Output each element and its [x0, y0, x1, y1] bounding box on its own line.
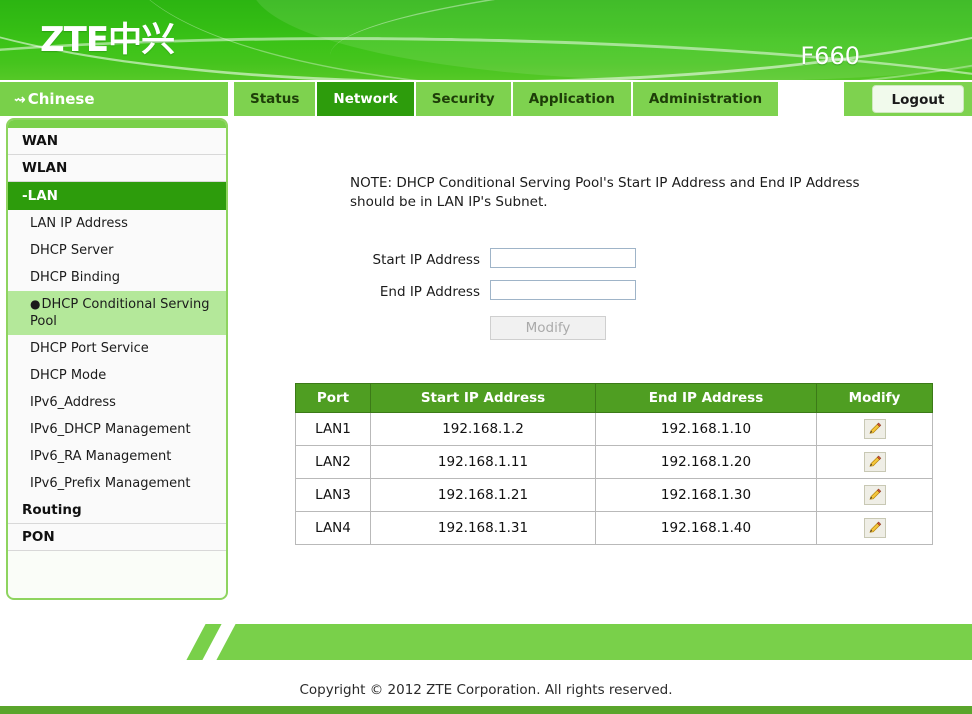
end-ip-row: End IP Address	[232, 280, 966, 312]
cell-end-ip: 192.168.1.40	[595, 511, 817, 545]
cell-port: LAN2	[295, 445, 371, 479]
table-head: Port Start IP Address End IP Address Mod…	[295, 383, 933, 413]
sidebar-top-cap	[8, 120, 226, 128]
form-button-row: Modify	[232, 316, 966, 348]
sidebar-menu: WAN WLAN -LAN LAN IP Address DHCP Server…	[8, 128, 226, 551]
cell-port: LAN4	[295, 511, 371, 545]
table-header-row: Port Start IP Address End IP Address Mod…	[295, 383, 933, 413]
cell-end-ip: 192.168.1.30	[595, 478, 817, 512]
tab-application[interactable]: Application	[512, 82, 631, 116]
note-text: NOTE: DHCP Conditional Serving Pool's St…	[350, 175, 860, 210]
pencil-icon	[865, 421, 885, 437]
top-navigation-bar: ⇝ Chinese Status Network Security Applicatio…	[0, 80, 972, 120]
sidebar-item-label: DHCP Conditional Serving Pool	[30, 297, 210, 329]
sidebar-item-pon[interactable]: PON	[8, 524, 226, 551]
start-ip-input[interactable]	[490, 248, 636, 268]
tab-administration[interactable]: Administration	[632, 82, 779, 116]
cell-start-ip: 192.168.1.2	[370, 412, 596, 446]
sidebar: WAN WLAN -LAN LAN IP Address DHCP Server…	[6, 118, 228, 600]
logout-area: Logout	[844, 82, 972, 116]
sidebar-item-ipv6-ra-management[interactable]: IPv6_RA Management	[8, 443, 226, 470]
tab-network[interactable]: Network	[317, 82, 414, 116]
sidebar-item-wlan[interactable]: WLAN	[8, 155, 226, 182]
sidebar-item-lan-ip-address[interactable]: LAN IP Address	[8, 210, 226, 237]
cell-start-ip: 192.168.1.21	[370, 478, 596, 512]
table-row: LAN3 192.168.1.21 192.168.1.30	[295, 478, 933, 512]
row-edit-button[interactable]	[863, 485, 886, 505]
footer-bar	[222, 624, 972, 660]
copyright-text: Copyright © 2012 ZTE Corporation. All ri…	[299, 682, 673, 698]
sidebar-item-dhcp-binding[interactable]: DHCP Binding	[8, 264, 226, 291]
language-switch-chinese-button[interactable]: ⇝ Chinese	[0, 82, 228, 116]
tab-status[interactable]: Status	[234, 82, 316, 116]
cell-start-ip: 192.168.1.11	[370, 445, 596, 479]
modify-button[interactable]: Modify	[490, 316, 606, 340]
cell-port: LAN1	[295, 412, 371, 446]
sidebar-item-ipv6-dhcp-management[interactable]: IPv6_DHCP Management	[8, 416, 226, 443]
cell-modify	[816, 445, 933, 479]
cell-modify	[816, 511, 933, 545]
sidebar-item-dhcp-server[interactable]: DHCP Server	[8, 237, 226, 264]
cell-end-ip: 192.168.1.20	[595, 445, 817, 479]
cell-port: LAN3	[295, 478, 371, 512]
cell-modify	[816, 412, 933, 446]
column-header-modify: Modify	[816, 383, 933, 413]
row-edit-button[interactable]	[863, 518, 886, 538]
sidebar-item-lan[interactable]: -LAN	[8, 182, 226, 210]
table-body: LAN1 192.168.1.2 192.168.1.10 LAN2 192.1…	[295, 412, 933, 545]
row-edit-button[interactable]	[863, 452, 886, 472]
device-model-label: F660	[800, 42, 860, 70]
start-ip-label: Start IP Address	[372, 252, 480, 268]
column-header-port: Port	[295, 383, 371, 413]
pencil-icon	[865, 520, 885, 536]
bottom-strip	[0, 706, 972, 714]
language-switch-label: Chinese	[27, 90, 95, 108]
column-header-end-ip: End IP Address	[595, 383, 817, 413]
sidebar-item-ipv6-address[interactable]: IPv6_Address	[8, 389, 226, 416]
table-row: LAN4 192.168.1.31 192.168.1.40	[295, 511, 933, 545]
banner-swoosh-4	[327, 0, 972, 80]
sidebar-item-dhcp-conditional-serving-pool[interactable]: ●DHCP Conditional Serving Pool	[8, 291, 226, 335]
sidebar-item-dhcp-port-service[interactable]: DHCP Port Service	[8, 335, 226, 362]
main-content: NOTE: DHCP Conditional Serving Pool's St…	[232, 118, 966, 600]
pencil-icon	[865, 454, 885, 470]
sidebar-item-dhcp-mode[interactable]: DHCP Mode	[8, 362, 226, 389]
sidebar-item-wan[interactable]: WAN	[8, 128, 226, 155]
bullet-icon: ●	[30, 297, 41, 311]
sidebar-item-ipv6-prefix-management[interactable]: IPv6_Prefix Management	[8, 470, 226, 497]
end-ip-label: End IP Address	[379, 284, 480, 300]
router-admin-page: ZTE中兴 F660 ⇝ Chinese Status Network Securit…	[0, 0, 972, 714]
pencil-icon	[865, 487, 885, 503]
dhcp-pool-table-wrapper: Port Start IP Address End IP Address Mod…	[295, 383, 933, 545]
dhcp-pool-form: Start IP Address End IP Address Modify	[232, 248, 966, 348]
footer-graphic	[0, 624, 972, 660]
cell-start-ip: 192.168.1.31	[370, 511, 596, 545]
cell-end-ip: 192.168.1.10	[595, 412, 817, 446]
cell-modify	[816, 478, 933, 512]
main-tabs: Status Network Security Application Administ…	[234, 82, 780, 116]
arrow-right-icon: ⇝	[14, 92, 26, 108]
dhcp-pool-table: Port Start IP Address End IP Address Mod…	[295, 383, 933, 545]
start-ip-row: Start IP Address	[232, 248, 966, 280]
tab-security[interactable]: Security	[415, 82, 511, 116]
table-row: LAN1 192.168.1.2 192.168.1.10	[295, 412, 933, 446]
column-header-start-ip: Start IP Address	[370, 383, 596, 413]
zte-logo: ZTE中兴	[40, 20, 175, 60]
logout-button[interactable]: Logout	[872, 85, 964, 113]
end-ip-input[interactable]	[490, 280, 636, 300]
row-edit-button[interactable]	[863, 419, 886, 439]
sidebar-item-routing[interactable]: Routing	[8, 497, 226, 524]
table-row: LAN2 192.168.1.11 192.168.1.20	[295, 445, 933, 479]
header-banner: ZTE中兴 F660	[0, 0, 972, 80]
